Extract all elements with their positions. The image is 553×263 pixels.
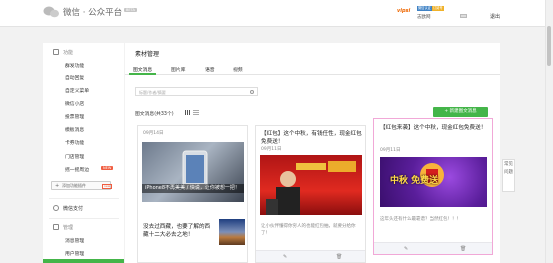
wechat-logo-icon — [43, 6, 59, 18]
sidebar-item-shake[interactable]: 摇一摇周边 — [65, 166, 89, 173]
faq-label-line1: 常见 — [504, 162, 513, 167]
material-count: 图文消息(共33个) — [135, 112, 174, 117]
logout-link[interactable]: 退出 — [490, 13, 500, 20]
sidebar: 功能 群发功能 自动回复 自定义菜单 微信小店 投票管理 模板消息 卡券功能 门… — [43, 43, 124, 263]
account-logo: vipsi — [397, 8, 411, 14]
sidebar-item-messages[interactable]: 消息管理 — [65, 237, 84, 244]
sidebar-item-mass-send[interactable]: 群发功能 — [65, 62, 84, 69]
edit-icon[interactable]: ✎ — [404, 246, 408, 252]
grid-view-icon[interactable] — [185, 110, 191, 115]
top-bar: 微信 · 公众平台 BETA vipsi 微信认证 订阅号 志欧网 退出 — [0, 0, 553, 27]
sidebar-item-auto-reply[interactable]: 自动回复 — [65, 74, 84, 81]
cover-caption: iPhone8不再美美 / 快说，让你被想一把！ — [142, 184, 244, 193]
tab-images[interactable]: 图片库 — [171, 66, 185, 73]
divider — [49, 198, 119, 199]
sidebar-section-function: 功能 — [63, 50, 74, 56]
plus-icon: + — [55, 183, 60, 189]
function-icon — [53, 49, 59, 55]
sidebar-section-manage: 管理 — [63, 225, 74, 231]
wechat-pay-icon — [53, 205, 59, 211]
verified-badge: 微信认证 — [417, 6, 432, 11]
delete-icon[interactable]: 🗑 — [460, 246, 466, 252]
card-date: 09月11日 — [261, 147, 282, 152]
active-nav-indicator — [43, 259, 124, 263]
platform-title: 微信 · 公众平台 — [63, 8, 123, 18]
card-title[interactable]: 【红包来袭】这个中秋，现金红包免费送！ — [380, 124, 488, 132]
faq-label-line2: 问题 — [504, 170, 513, 175]
sub-article-thumb — [219, 219, 245, 245]
beta-badge: BETA — [124, 8, 137, 12]
search-input[interactable]: 标题/作者/摘要 — [135, 87, 258, 96]
card-date: 09月14日 — [143, 131, 164, 136]
divider — [49, 218, 119, 219]
add-plugin-button[interactable]: + 添加功能插件 new — [51, 181, 113, 190]
sidebar-item-vote[interactable]: 投票管理 — [65, 113, 84, 120]
card-date: 09月11日 — [380, 148, 401, 153]
edit-icon[interactable]: ✎ — [283, 254, 287, 260]
manage-icon — [53, 224, 59, 230]
news-card-selected[interactable]: 【红包来袭】这个中秋，现金红包免费送！ 09月11日 中秋 免费送 这年头还有什… — [373, 118, 493, 255]
new-news-button[interactable]: + 新建图文消息 — [433, 107, 488, 117]
add-plugin-label: 添加功能插件 — [62, 183, 86, 188]
card-title[interactable]: 【红包】这个中秋，有钱任性，现金红包免费送！ — [261, 130, 363, 146]
search-placeholder: 标题/作者/摘要 — [139, 89, 166, 95]
card-digest: 让小伙伴懂得你穷人的也能红包抽，就要分给你了！ — [261, 224, 356, 236]
card-cover-image: 中秋 免费送 — [380, 157, 487, 207]
scrollbar-thumb[interactable] — [547, 26, 551, 66]
card-actions: ✎ 🗑 — [256, 250, 365, 262]
active-tab-indicator — [129, 73, 156, 75]
list-view-icon[interactable] — [193, 110, 199, 115]
tab-video[interactable]: 视频 — [233, 66, 243, 73]
sidebar-item-shop[interactable]: 微信小店 — [65, 100, 84, 107]
sidebar-item-wechat-pay[interactable]: 微信支付 — [63, 205, 83, 212]
page-title: 素材管理 — [135, 51, 160, 58]
new-badge: NEW — [101, 166, 114, 170]
news-card[interactable]: 【红包】这个中秋，有钱任性，现金红包免费送！ 09月11日 让小伙伴懂得你穷人的… — [255, 125, 366, 263]
tab-voice[interactable]: 语音 — [205, 66, 215, 73]
card-cover-image — [260, 155, 362, 215]
news-photo-icon — [266, 161, 356, 215]
mail-icon[interactable] — [460, 14, 467, 18]
sidebar-item-custom-menu[interactable]: 自定义菜单 — [65, 87, 89, 94]
material-tabs: 图文消息 图片库 语音 视频 — [125, 63, 500, 75]
search-icon[interactable] — [250, 90, 254, 94]
subscription-badge: 订阅号 — [432, 6, 444, 11]
account-name-link[interactable]: 志欧网 — [417, 14, 431, 20]
sidebar-item-users[interactable]: 用户管理 — [65, 250, 84, 257]
sidebar-item-template-msg[interactable]: 模板消息 — [65, 126, 84, 133]
tab-news[interactable]: 图文消息 — [133, 66, 152, 73]
sub-article-title[interactable]: 没去过西藏，也要了解的西藏十二大必去之地！ — [143, 223, 213, 239]
news-card[interactable]: 09月14日 iPhone8不再美美 / 快说，让你被想一把！ 没去过西藏，也要… — [137, 125, 248, 263]
plugin-new-badge: new — [102, 184, 113, 189]
card-digest: 这年头还有什么最靠谱？当然红包！！！ — [380, 217, 461, 222]
sidebar-item-stores[interactable]: 门店管理 — [65, 153, 84, 160]
sidebar-item-cards[interactable]: 卡券功能 — [65, 139, 84, 146]
card-actions: ✎ 🗑 — [374, 242, 492, 254]
faq-float-button[interactable]: 常见 问题 — [502, 159, 515, 192]
delete-icon[interactable]: 🗑 — [336, 254, 342, 260]
card-cover-image: iPhone8不再美美 / 快说，让你被想一把！ — [142, 142, 244, 202]
banner-text: 中秋 免费送 — [390, 176, 439, 186]
main-panel: 素材管理 图文消息 图片库 语音 视频 标题/作者/摘要 图文消息(共33个) … — [125, 43, 500, 263]
